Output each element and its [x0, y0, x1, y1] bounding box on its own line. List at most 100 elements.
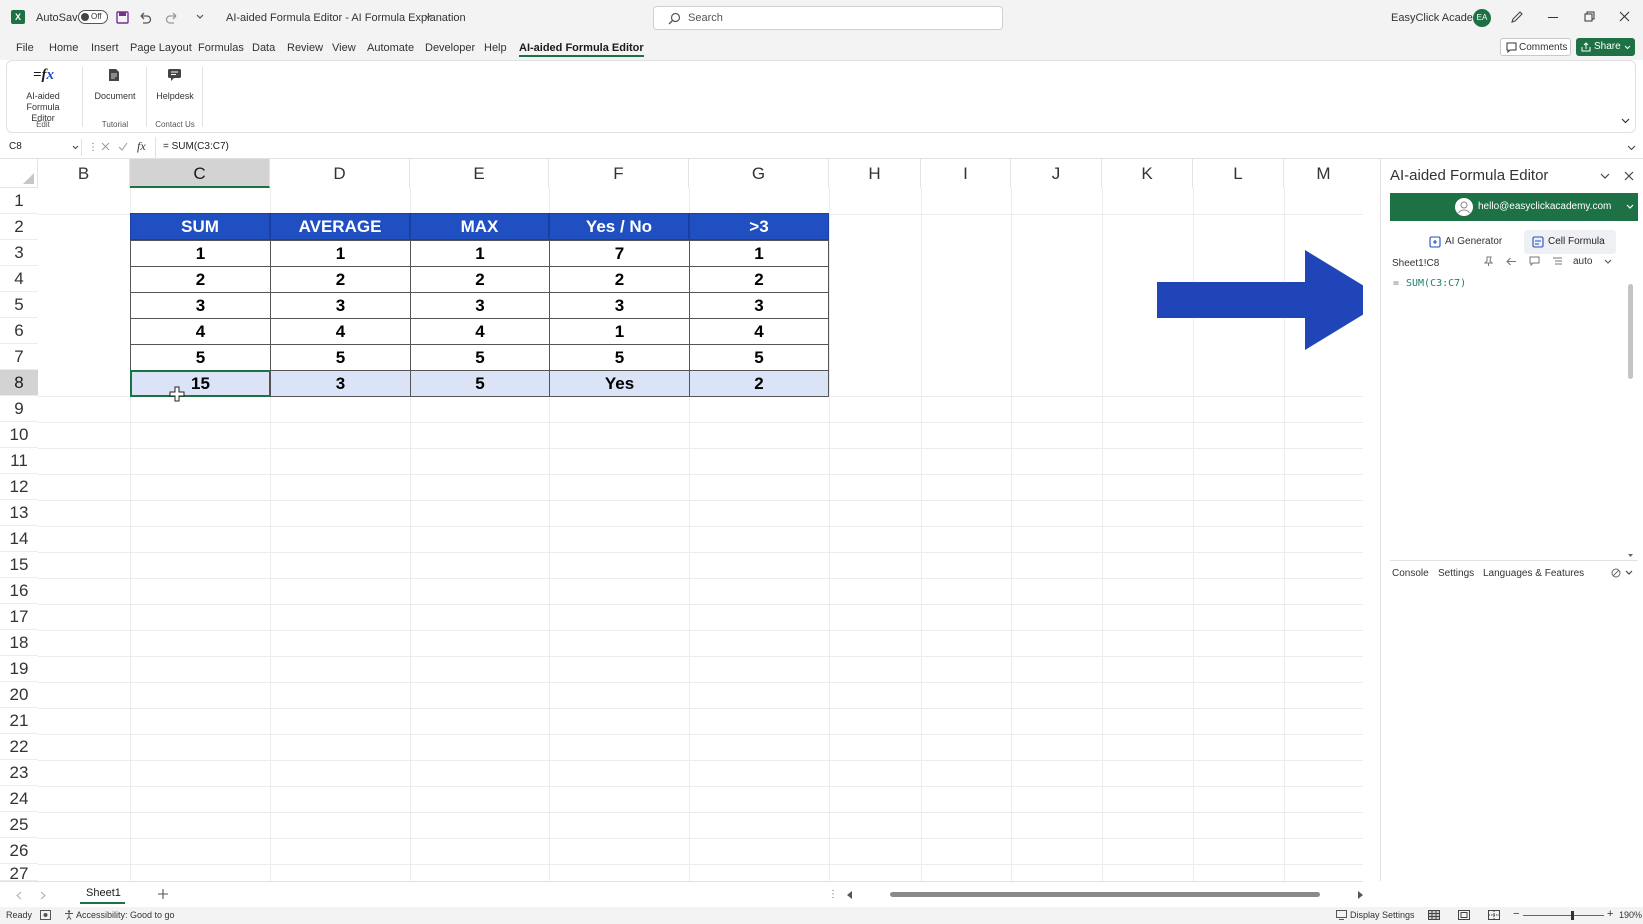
macro-record-icon[interactable]: [40, 910, 51, 920]
tab-cell-formula[interactable]: Cell Formula: [1524, 230, 1616, 254]
horizontal-scrollbar-thumb[interactable]: [890, 892, 1320, 897]
tab-formulas[interactable]: Formulas: [198, 42, 244, 54]
column-header-f[interactable]: F: [549, 159, 689, 188]
table-cell[interactable]: 3: [270, 292, 411, 319]
formula-input[interactable]: = SUM(C3:C7): [155, 137, 1625, 158]
table-cell[interactable]: 4: [410, 318, 550, 345]
tab-insert[interactable]: Insert: [91, 42, 119, 54]
tab-help[interactable]: Help: [484, 42, 507, 54]
accessibility-icon[interactable]: [64, 910, 74, 920]
table-cell[interactable]: 5: [270, 344, 411, 371]
tab-view[interactable]: View: [332, 42, 356, 54]
tab-settings[interactable]: Settings: [1438, 568, 1474, 579]
column-header-l[interactable]: L: [1193, 159, 1284, 188]
table-cell[interactable]: 1: [410, 240, 550, 267]
table-header-cell[interactable]: >3: [689, 213, 829, 240]
table-cell[interactable]: 5: [130, 344, 271, 371]
save-icon[interactable]: [116, 11, 129, 24]
tab-split-handle-icon[interactable]: ⋮: [828, 889, 838, 900]
format-lines-icon[interactable]: [1552, 256, 1563, 267]
comments-button[interactable]: Comments: [1500, 38, 1571, 56]
tab-data[interactable]: Data: [252, 42, 275, 54]
row-header[interactable]: 11: [0, 448, 38, 474]
table-cell[interactable]: 4: [130, 318, 271, 345]
autosave-toggle[interactable]: Off: [78, 10, 108, 24]
accessibility-status[interactable]: Accessibility: Good to go: [76, 910, 175, 920]
row-header[interactable]: 17: [0, 604, 38, 630]
total-cell[interactable]: 5: [410, 370, 550, 397]
row-header[interactable]: 26: [0, 838, 38, 864]
tab-languages-features[interactable]: Languages & Features: [1483, 568, 1584, 579]
row-header[interactable]: 1: [0, 188, 38, 214]
confirm-entry-icon[interactable]: [118, 142, 128, 151]
page-layout-view-icon[interactable]: [1458, 910, 1470, 920]
row-header[interactable]: 10: [0, 422, 38, 448]
formula-bar-expand-icon[interactable]: [1627, 145, 1636, 151]
total-cell[interactable]: 2: [689, 370, 829, 397]
table-cell[interactable]: 1: [549, 318, 690, 345]
zoom-slider-thumb[interactable]: [1571, 911, 1574, 920]
table-cell[interactable]: 5: [549, 344, 690, 371]
panel-scroll-down-icon[interactable]: [1627, 553, 1634, 558]
row-header[interactable]: 23: [0, 760, 38, 786]
table-cell[interactable]: 1: [689, 240, 829, 267]
row-header[interactable]: 14: [0, 526, 38, 552]
table-header-cell[interactable]: Yes / No: [549, 213, 689, 240]
row-header[interactable]: 24: [0, 786, 38, 812]
table-cell[interactable]: 1: [130, 240, 271, 267]
table-cell[interactable]: 2: [549, 266, 690, 293]
document-button[interactable]: Document: [87, 63, 143, 115]
table-cell[interactable]: 4: [689, 318, 829, 345]
table-header-cell[interactable]: AVERAGE: [270, 213, 410, 240]
row-header[interactable]: 9: [0, 396, 38, 422]
row-header[interactable]: 19: [0, 656, 38, 682]
undo-icon[interactable]: [138, 11, 152, 24]
tab-home[interactable]: Home: [49, 42, 78, 54]
row-header[interactable]: 12: [0, 474, 38, 500]
total-cell[interactable]: Yes: [549, 370, 690, 397]
tab-review[interactable]: Review: [287, 42, 323, 54]
redo-icon[interactable]: [165, 11, 179, 24]
row-header[interactable]: 16: [0, 578, 38, 604]
display-settings-icon[interactable]: [1336, 910, 1347, 920]
table-cell[interactable]: 1: [270, 240, 411, 267]
tab-ai-aided-formula-editor[interactable]: AI-aided Formula Editor: [519, 42, 644, 57]
console-chevron-down-icon[interactable]: [1625, 570, 1633, 576]
table-cell[interactable]: 3: [549, 292, 690, 319]
title-chevron-down-icon[interactable]: [424, 14, 432, 20]
more-options-icon[interactable]: ⋮: [88, 142, 98, 153]
block-icon[interactable]: [1611, 568, 1621, 578]
column-header-b[interactable]: B: [38, 159, 130, 188]
pen-icon[interactable]: [1510, 10, 1524, 24]
tab-ai-generator[interactable]: AI Generator: [1421, 231, 1509, 253]
table-cell[interactable]: 2: [270, 266, 411, 293]
table-header-cell[interactable]: SUM: [130, 213, 270, 240]
column-header-h[interactable]: H: [829, 159, 921, 188]
row-header[interactable]: 15: [0, 552, 38, 578]
zoom-slider[interactable]: [1523, 911, 1604, 920]
table-cell[interactable]: 2: [130, 266, 271, 293]
scroll-left-icon[interactable]: [847, 891, 853, 899]
table-cell[interactable]: 3: [130, 292, 271, 319]
next-sheet-icon[interactable]: [40, 891, 46, 900]
table-header-cell[interactable]: MAX: [410, 213, 549, 240]
page-break-view-icon[interactable]: [1488, 910, 1500, 920]
column-header-k[interactable]: K: [1102, 159, 1193, 188]
tab-developer[interactable]: Developer: [425, 42, 475, 54]
row-header[interactable]: 13: [0, 500, 38, 526]
zoom-level[interactable]: 190%: [1619, 910, 1642, 920]
avatar[interactable]: EA: [1473, 9, 1491, 27]
tab-page-layout[interactable]: Page Layout: [130, 42, 192, 54]
total-cell[interactable]: 3: [270, 370, 411, 397]
row-header[interactable]: 22: [0, 734, 38, 760]
column-header-j[interactable]: J: [1011, 159, 1102, 188]
row-header[interactable]: 21: [0, 708, 38, 734]
row-header[interactable]: 27: [0, 864, 38, 881]
table-cell[interactable]: 5: [410, 344, 550, 371]
close-window-icon[interactable]: [1619, 11, 1630, 22]
zoom-in-icon[interactable]: +: [1607, 908, 1613, 920]
column-header-g[interactable]: G: [689, 159, 829, 188]
share-button[interactable]: Share: [1576, 38, 1635, 56]
mode-select[interactable]: auto: [1571, 255, 1615, 269]
add-sheet-icon[interactable]: [158, 889, 168, 899]
